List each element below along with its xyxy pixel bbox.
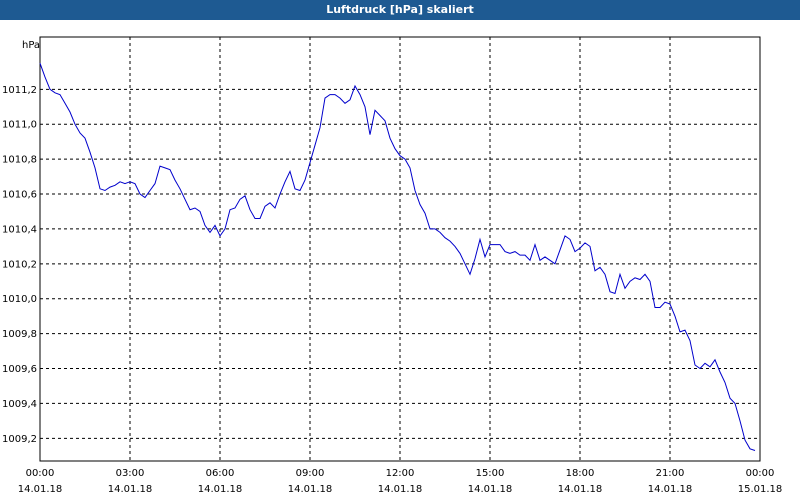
x-tick-date: 14.01.18 <box>288 484 333 495</box>
x-tick-time: 06:00 <box>206 468 235 479</box>
y-tick-label: 1010,0 <box>2 294 37 305</box>
x-tick-date: 14.01.18 <box>378 484 423 495</box>
x-tick-labels: 00:00 14.01.18 03:00 14.01.18 06:00 14.01.18 0… <box>18 468 783 495</box>
y-tick-label: 1010,2 <box>2 259 37 270</box>
x-tick-date: 14.01.18 <box>648 484 693 495</box>
y-tick-label: 1009,8 <box>2 329 37 340</box>
y-tick-label: 1011,0 <box>2 120 37 131</box>
x-tick-date: 14.01.18 <box>468 484 513 495</box>
x-tick-date: 14.01.18 <box>198 484 243 495</box>
x-tick-time: 12:00 <box>386 468 415 479</box>
y-tick-label: 1009,4 <box>2 399 37 410</box>
chart-svg: 1011,2 1011,0 1010,8 1010,6 1010,4 1010,2 1010… <box>2 36 783 495</box>
x-tick-time: 21:00 <box>656 468 685 479</box>
y-tick-label: 1009,6 <box>2 364 37 375</box>
x-tick-date: 14.01.18 <box>108 484 153 495</box>
x-tick-time: 15:00 <box>476 468 505 479</box>
x-tick-time: 00:00 <box>26 468 55 479</box>
x-tick-time: 18:00 <box>566 468 595 479</box>
y-tick-labels: 1011,2 1011,0 1010,8 1010,6 1010,4 1010,2 1010… <box>2 85 37 445</box>
x-tick-time: 09:00 <box>296 468 325 479</box>
x-tick-date: 14.01.18 <box>558 484 603 495</box>
x-tick-date: 14.01.18 <box>18 484 63 495</box>
chart-window: Luftdruck [hPa] skaliert 1011,2 1011,0 101… <box>0 0 800 500</box>
y-tick-label: 1010,8 <box>2 155 37 166</box>
y-tick-label: 1009,2 <box>2 434 37 445</box>
y-tick-label: 1011,2 <box>2 85 37 96</box>
x-tick-date: 15.01.18 <box>738 484 783 495</box>
y-axis-unit: hPa <box>22 40 40 51</box>
y-tick-label: 1010,4 <box>2 224 37 235</box>
x-tick-time: 03:00 <box>116 468 145 479</box>
y-tick-label: 1010,6 <box>2 190 37 201</box>
x-tick-time: 00:00 <box>746 468 775 479</box>
